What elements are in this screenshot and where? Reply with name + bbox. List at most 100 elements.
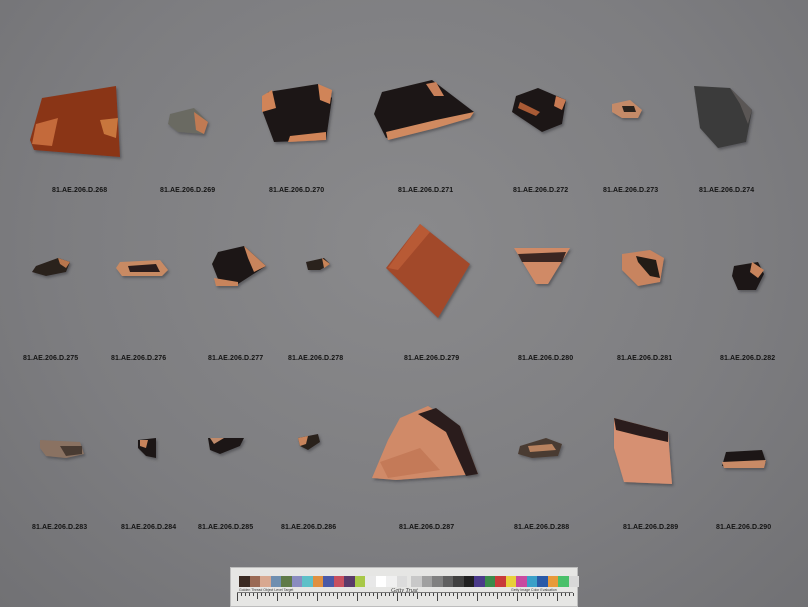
sherd-271 <box>374 80 474 140</box>
swatch-right-1 <box>421 576 432 587</box>
ruler-tick <box>469 593 470 596</box>
swatch-left-13 <box>375 576 386 587</box>
ruler-tick <box>289 593 290 596</box>
label-276: 81.AE.206.D.276 <box>111 355 167 362</box>
sherd-280 <box>514 248 570 284</box>
ruler-tick <box>265 593 266 596</box>
ruler-tick <box>569 593 570 596</box>
ruler-tick <box>533 593 534 596</box>
sherd-282 <box>732 262 764 290</box>
ruler-tick <box>385 593 386 596</box>
ruler-tick <box>241 593 242 596</box>
ruler-tick <box>529 593 530 596</box>
ruler-tick <box>285 593 286 596</box>
ruler-tick <box>365 593 366 596</box>
ruler-tick <box>573 593 574 596</box>
ruler-tick <box>421 593 422 596</box>
sherd-272 <box>512 88 566 132</box>
swatch-right-3 <box>442 576 453 587</box>
swatch-right-0 <box>411 576 422 587</box>
ruler-tick <box>473 593 474 596</box>
label-288: 81.AE.206.D.288 <box>514 524 570 531</box>
label-285: 81.AE.206.D.285 <box>198 524 254 531</box>
swatch-left-14 <box>386 576 397 587</box>
label-280: 81.AE.206.D.280 <box>518 355 574 362</box>
ruler-tick <box>353 593 354 596</box>
swatch-right-14 <box>558 576 569 587</box>
ruler-tick <box>441 593 442 596</box>
sherd-283 <box>40 440 84 458</box>
ruler-tick <box>425 593 426 596</box>
label-274: 81.AE.206.D.274 <box>699 187 755 194</box>
ruler-tick <box>497 593 498 599</box>
swatch-right-2 <box>432 576 443 587</box>
swatch-left-2 <box>260 576 271 587</box>
color-calibration-card: Golden Thread Object Level Target Getty … <box>230 567 579 607</box>
swatch-right-10 <box>516 576 527 587</box>
swatch-left-3 <box>270 576 281 587</box>
ruler-tick <box>561 593 562 596</box>
swatch-right-4 <box>453 576 464 587</box>
sherd-275 <box>32 258 70 276</box>
label-279: 81.AE.206.D.279 <box>404 355 460 362</box>
ruler-tick <box>257 593 258 599</box>
ruler-tick <box>557 593 558 601</box>
ruler-tick <box>313 593 314 596</box>
ruler-tick <box>273 593 274 596</box>
ruler-tick <box>525 593 526 596</box>
swatch-right-6 <box>474 576 485 587</box>
ruler-tick <box>321 593 322 596</box>
ruler-tick <box>505 593 506 596</box>
ruler-tick <box>373 593 374 596</box>
ruler-tick <box>253 593 254 596</box>
sherd-273 <box>612 100 642 118</box>
ruler-tick <box>549 593 550 596</box>
ruler-tick <box>345 593 346 596</box>
ruler-tick <box>337 593 338 599</box>
ruler-tick <box>245 593 246 596</box>
swatch-right-8 <box>495 576 506 587</box>
ruler-tick <box>545 593 546 596</box>
sherd-284 <box>138 438 156 458</box>
swatch-right-11 <box>526 576 537 587</box>
swatch-left-15 <box>396 576 407 587</box>
label-275: 81.AE.206.D.275 <box>23 355 79 362</box>
sherd-269 <box>168 108 208 134</box>
ruler-tick <box>461 593 462 596</box>
ruler-tick <box>377 593 378 599</box>
sherd-278 <box>306 258 330 270</box>
ruler-tick <box>329 593 330 596</box>
pottery-sherds-photo <box>30 80 766 484</box>
label-271: 81.AE.206.D.271 <box>398 187 454 194</box>
sherd-281 <box>622 250 664 286</box>
ruler-tick <box>429 593 430 596</box>
ruler-tick <box>485 593 486 596</box>
swatch-left-4 <box>281 576 292 587</box>
ruler-tick <box>369 593 370 596</box>
ruler-tick <box>361 593 362 596</box>
ruler-tick <box>341 593 342 596</box>
ruler-tick <box>357 593 358 601</box>
ruler-tick <box>417 593 418 599</box>
label-269: 81.AE.206.D.269 <box>160 187 216 194</box>
ruler-tick <box>349 593 350 596</box>
ruler-tick <box>509 593 510 596</box>
ruler-tick <box>465 593 466 596</box>
ruler-tick <box>237 593 238 601</box>
sherd-279 <box>386 224 470 318</box>
ruler-tick <box>481 593 482 596</box>
ruler-tick <box>301 593 302 596</box>
sherd-286 <box>298 434 320 450</box>
ruler-tick <box>501 593 502 596</box>
sherd-288 <box>518 438 562 458</box>
measurement-ruler <box>237 592 574 603</box>
swatch-left-0 <box>239 576 250 587</box>
ruler-tick <box>293 593 294 596</box>
swatch-left-8 <box>323 576 334 587</box>
ruler-tick <box>437 593 438 601</box>
swatch-left-5 <box>291 576 302 587</box>
ruler-tick <box>269 593 270 596</box>
swatch-left-7 <box>312 576 323 587</box>
ruler-tick <box>261 593 262 596</box>
label-281: 81.AE.206.D.281 <box>617 355 673 362</box>
